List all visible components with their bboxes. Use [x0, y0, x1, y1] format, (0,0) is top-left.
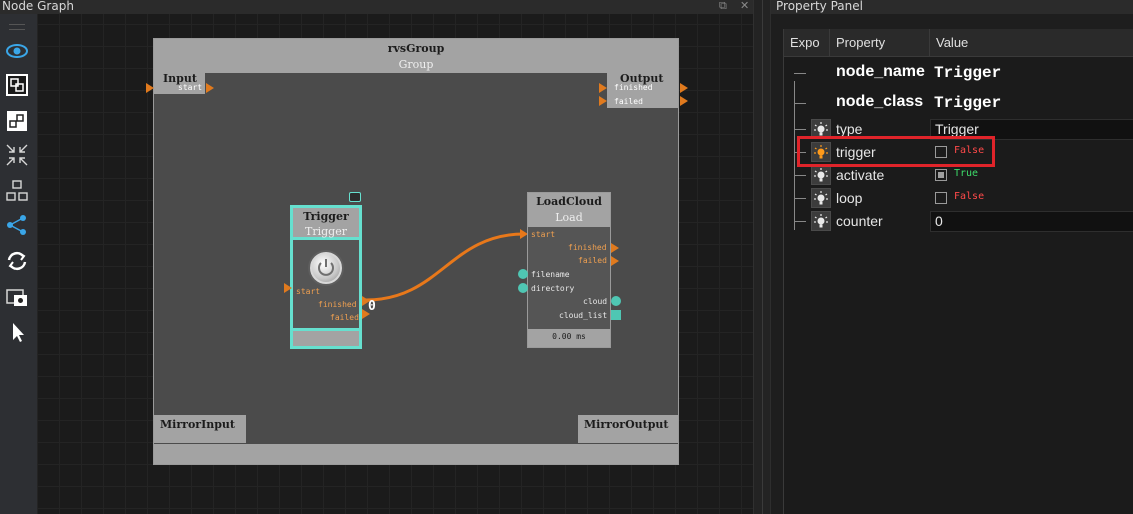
- trigger-node[interactable]: Trigger Trigger start finished failed: [290, 205, 362, 349]
- trigger-node-title: Trigger: [303, 210, 349, 223]
- trigger-start-in-arrow[interactable]: [284, 283, 292, 293]
- activate-bool-value: True: [954, 168, 979, 179]
- trigger-port-failed: failed: [330, 313, 359, 322]
- property-label: counter: [836, 213, 883, 229]
- loadcloud-cloud-out-dot[interactable]: [611, 296, 621, 306]
- loadcloud-node[interactable]: LoadCloud Load start finished failed fil…: [527, 192, 611, 348]
- property-label: node_class: [836, 93, 924, 110]
- counter-value-field[interactable]: 0: [930, 211, 1133, 232]
- property-value: Trigger: [934, 94, 1002, 112]
- property-label: type: [836, 121, 863, 137]
- loadcloud-port-failed: failed: [578, 256, 607, 265]
- trigger-node-subtitle: Trigger: [305, 225, 347, 238]
- loop-bool-value: False: [954, 191, 985, 202]
- loadcloud-node-title: LoadCloud: [536, 195, 602, 208]
- property-value: Trigger: [935, 121, 979, 137]
- loadcloud-cloud-list-out-square[interactable]: [611, 310, 621, 320]
- expose-bulb-icon[interactable]: [811, 188, 831, 208]
- loadcloud-node-footer: 0.00 ms: [528, 329, 610, 347]
- trigger-port-start: start: [296, 287, 321, 296]
- comment-icon[interactable]: [349, 192, 361, 202]
- panel-splitter[interactable]: [753, 0, 771, 514]
- loadcloud-filename-in-dot[interactable]: [518, 269, 528, 279]
- trigger-failed-out-arrow[interactable]: [362, 309, 370, 319]
- power-icon[interactable]: [310, 252, 342, 284]
- loadcloud-finished-out-arrow[interactable]: [611, 243, 619, 253]
- trigger-node-footer: [293, 328, 359, 346]
- loadcloud-port-filename: filename: [531, 270, 570, 279]
- trigger-finished-out-arrow[interactable]: [362, 296, 370, 306]
- property-row-counter: counter 0: [784, 210, 1133, 233]
- property-label: node_name: [836, 63, 925, 80]
- property-row-node-name: node_name Trigger: [784, 61, 1133, 84]
- property-table-header: Expo Property Value: [784, 29, 1133, 57]
- loadcloud-failed-out-arrow[interactable]: [611, 256, 619, 266]
- property-panel-title: Property Panel: [776, 0, 863, 13]
- property-table: Expo Property Value node_name Trigger no…: [783, 29, 1133, 514]
- loop-checkbox[interactable]: [935, 192, 947, 204]
- loadcloud-port-cloud-list: cloud_list: [559, 311, 608, 320]
- loadcloud-node-header[interactable]: LoadCloud Load: [528, 193, 610, 227]
- property-label: activate: [836, 167, 885, 183]
- property-panel-titlebar: Property Panel: [771, 0, 1133, 14]
- loadcloud-directory-in-dot[interactable]: [518, 283, 528, 293]
- trigger-node-header[interactable]: Trigger Trigger: [293, 208, 359, 240]
- loadcloud-port-directory: directory: [531, 284, 575, 293]
- trigger-highlight-box: [797, 136, 995, 167]
- expose-bulb-icon[interactable]: [811, 165, 831, 185]
- activate-checkbox[interactable]: [935, 169, 947, 181]
- loadcloud-node-subtitle: Load: [555, 211, 583, 224]
- column-value[interactable]: Value: [930, 29, 1133, 57]
- property-row-node-class: node_class Trigger: [784, 91, 1133, 114]
- property-label: loop: [836, 190, 863, 206]
- loadcloud-port-finished: finished: [568, 243, 607, 252]
- column-property[interactable]: Property: [830, 29, 930, 57]
- property-row-activate: activate True: [784, 164, 1133, 187]
- loadcloud-port-start: start: [531, 230, 556, 239]
- loadcloud-exec-time: 0.00 ms: [552, 332, 586, 341]
- property-value: 0: [935, 213, 943, 229]
- trigger-port-finished: finished: [318, 300, 357, 309]
- loadcloud-port-cloud: cloud: [583, 297, 608, 306]
- property-value: Trigger: [934, 64, 1002, 82]
- column-expo[interactable]: Expo: [784, 29, 830, 57]
- connection-edge[interactable]: [0, 0, 760, 514]
- property-row-loop: loop False: [784, 187, 1133, 210]
- expose-bulb-icon[interactable]: [811, 211, 831, 231]
- property-panel: Expo Property Value node_name Trigger no…: [771, 14, 1133, 514]
